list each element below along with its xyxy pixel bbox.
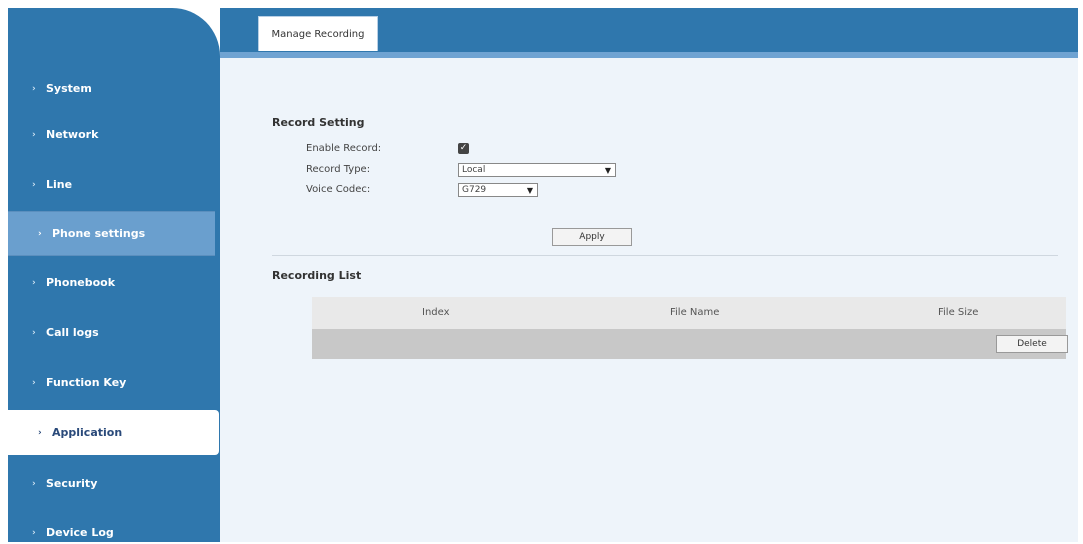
voice-codec-select[interactable]: G729 ▼ bbox=[458, 183, 538, 197]
chevron-right-icon: › bbox=[32, 327, 36, 338]
chevron-right-icon: › bbox=[32, 277, 36, 288]
sidebar-item-label: Phonebook bbox=[46, 276, 116, 289]
sidebar-item-label: Call logs bbox=[46, 326, 99, 339]
record-type-value: Local bbox=[462, 165, 486, 175]
apply-button[interactable]: Apply bbox=[552, 228, 632, 246]
sidebar-item-call-logs[interactable]: › Call logs bbox=[8, 310, 218, 355]
sidebar-item-label: Function Key bbox=[46, 376, 127, 389]
sidebar-item-system[interactable]: › System bbox=[8, 66, 218, 111]
main-content: Record Setting Enable Record: ✓ Record T… bbox=[220, 58, 1078, 542]
chevron-right-icon: › bbox=[38, 427, 42, 438]
column-header-index: Index bbox=[422, 307, 450, 318]
sidebar-item-device-log[interactable]: › Device Log bbox=[8, 510, 218, 542]
chevron-right-icon: › bbox=[32, 377, 36, 388]
column-header-file-size: File Size bbox=[938, 307, 979, 318]
sidebar-item-label: Application bbox=[52, 426, 123, 439]
sidebar-item-label: Line bbox=[46, 178, 73, 191]
record-type-select[interactable]: Local ▼ bbox=[458, 163, 616, 177]
column-header-file-name: File Name bbox=[670, 307, 720, 318]
section-divider bbox=[272, 255, 1058, 256]
chevron-right-icon: › bbox=[32, 83, 36, 94]
sidebar-item-network[interactable]: › Network bbox=[8, 112, 218, 157]
chevron-right-icon: › bbox=[32, 527, 36, 538]
chevron-down-icon: ▼ bbox=[526, 185, 533, 195]
voice-codec-value: G729 bbox=[462, 185, 487, 195]
app-frame: › System › Network › Line › Phone settin… bbox=[8, 8, 1078, 542]
sidebar-item-label: Device Log bbox=[46, 526, 114, 539]
enable-record-checkbox[interactable]: ✓ bbox=[458, 143, 469, 154]
enable-record-label: Enable Record: bbox=[306, 143, 382, 154]
recording-table-header: Index File Name File Size bbox=[312, 297, 1066, 329]
tab-manage-recording[interactable]: Manage Recording bbox=[258, 16, 378, 51]
sidebar-item-label: Security bbox=[46, 477, 98, 490]
sidebar-item-function-key[interactable]: › Function Key bbox=[8, 360, 218, 405]
sidebar-item-phonebook[interactable]: › Phonebook bbox=[8, 260, 218, 305]
sidebar: › System › Network › Line › Phone settin… bbox=[8, 8, 220, 542]
sidebar-item-label: Network bbox=[46, 128, 99, 141]
sidebar-item-application[interactable]: › Application bbox=[8, 410, 219, 455]
chevron-down-icon: ▼ bbox=[604, 165, 611, 175]
sidebar-item-label: Phone settings bbox=[52, 227, 146, 240]
recording-list-title: Recording List bbox=[272, 269, 362, 282]
sidebar-item-label: System bbox=[46, 82, 92, 95]
chevron-right-icon: › bbox=[32, 179, 36, 190]
record-type-label: Record Type: bbox=[306, 164, 371, 175]
delete-button[interactable]: Delete bbox=[996, 335, 1068, 353]
sidebar-item-security[interactable]: › Security bbox=[8, 461, 218, 506]
chevron-right-icon: › bbox=[32, 129, 36, 140]
chevron-right-icon: › bbox=[38, 228, 42, 239]
record-setting-title: Record Setting bbox=[272, 116, 365, 129]
sidebar-item-phone-settings[interactable]: › Phone settings bbox=[8, 211, 215, 256]
sidebar-item-line[interactable]: › Line bbox=[8, 162, 218, 207]
recording-table-footer: Delete bbox=[312, 329, 1068, 359]
chevron-right-icon: › bbox=[32, 478, 36, 489]
voice-codec-label: Voice Codec: bbox=[306, 184, 371, 195]
